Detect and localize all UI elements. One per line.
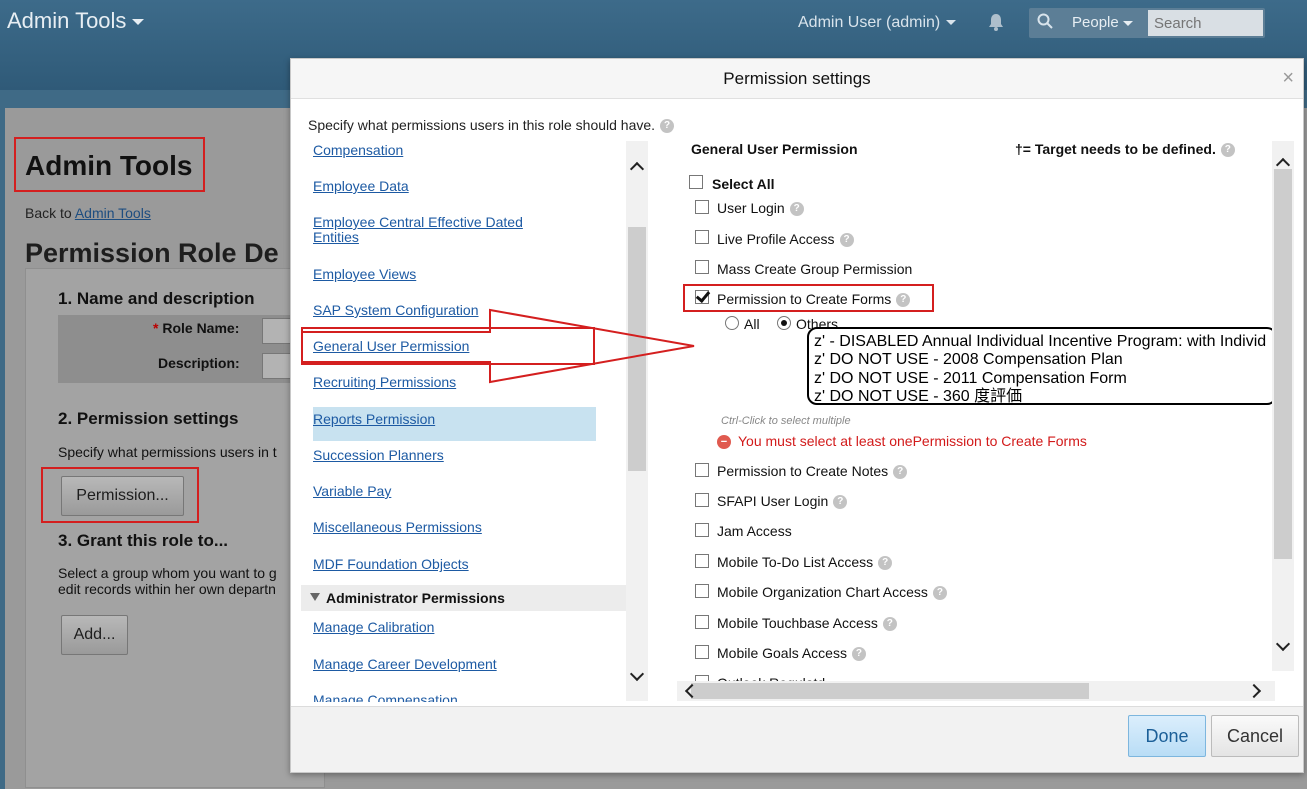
annotation-arrow (301, 308, 695, 384)
